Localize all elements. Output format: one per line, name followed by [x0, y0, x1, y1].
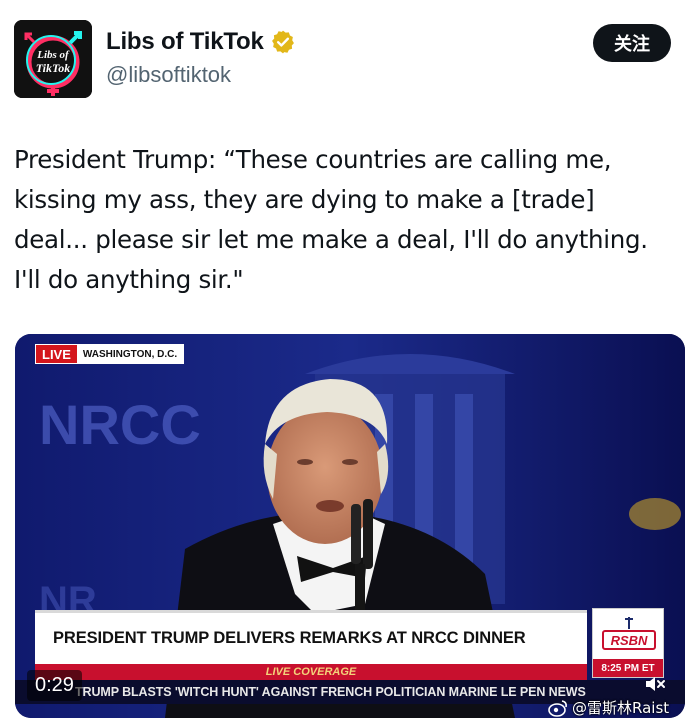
weibo-watermark: @雷斯林Raist	[548, 697, 669, 718]
author-name-row: Libs of TikTok	[106, 28, 296, 56]
live-label: LIVE	[36, 345, 77, 363]
tweet-line: deal... please sir let me make a deal, I…	[14, 225, 648, 254]
display-name[interactable]: Libs of TikTok	[106, 28, 264, 56]
tweet-line: kissing my ass, they are dying to make a…	[14, 185, 595, 214]
video-player[interactable]: NRCC NR LIVE WASHINGTON, D.C. PRESIDENT …	[15, 334, 685, 718]
location-label: WASHINGTON, D.C.	[76, 345, 184, 363]
network-name: RSBN	[611, 633, 648, 648]
backdrop-nrcc-text: NRCC	[39, 393, 201, 456]
rsbn-logo-icon: RSBN	[602, 617, 656, 650]
live-indicator: LIVE WASHINGTON, D.C.	[35, 344, 185, 364]
video-duration: 0:29	[27, 670, 82, 701]
watermark-text: @雷斯林Raist	[572, 699, 670, 717]
speaker-muted-icon[interactable]	[643, 672, 667, 696]
avatar[interactable]: Libs of TikTok	[14, 20, 92, 98]
headline-banner: PRESIDENT TRUMP DELIVERS REMARKS AT NRCC…	[35, 610, 587, 664]
coverage-bar: LIVE COVERAGE	[35, 664, 587, 680]
coverage-label: LIVE COVERAGE	[265, 666, 357, 678]
tweet-line: President Trump: “These countries are ca…	[14, 145, 612, 174]
avatar-text-bottom: TikTok	[36, 61, 70, 75]
author-handle[interactable]: @libsoftiktok	[106, 62, 231, 88]
tweet-text: President Trump: “These countries are ca…	[14, 140, 679, 300]
gold-verified-badge-icon	[271, 30, 294, 54]
avatar-text-top: Libs of	[36, 49, 70, 61]
weibo-icon	[548, 699, 567, 717]
headline-text: PRESIDENT TRUMP DELIVERS REMARKS AT NRCC…	[53, 629, 526, 647]
libs-of-tiktok-logo-icon: Libs of TikTok	[14, 20, 92, 98]
ticker-text: TRUMP BLASTS 'WITCH HUNT' AGAINST FRENCH…	[75, 685, 586, 699]
follow-button[interactable]: 关注	[593, 24, 671, 62]
network-logo: RSBN 8:25 PM ET	[592, 608, 664, 678]
tweet-line: I'll do anything sir."	[14, 265, 244, 294]
